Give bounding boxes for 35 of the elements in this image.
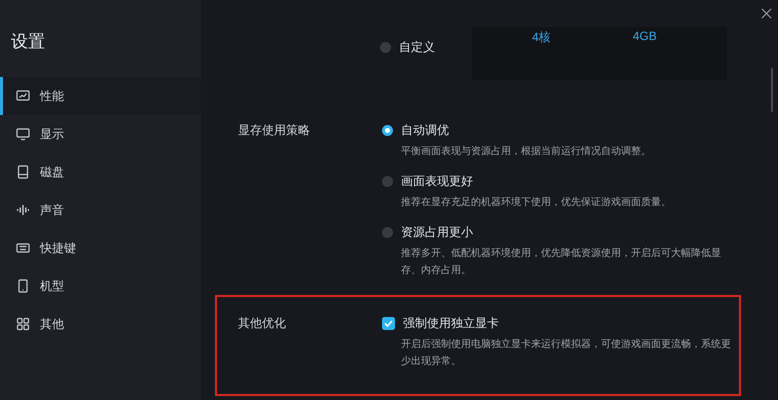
option-description: 平衡画面表现与资源占用，根据当前运行情况自动调整。 <box>401 144 652 159</box>
tablet-icon <box>16 165 30 179</box>
radio-button[interactable] <box>382 125 393 136</box>
phone-icon <box>16 279 30 293</box>
spec-value: 4核 <box>532 29 551 45</box>
radio-button[interactable] <box>380 42 391 53</box>
monitor-icon <box>16 127 30 141</box>
chart-icon <box>16 89 30 103</box>
option-label: 自动调优 <box>401 122 449 139</box>
option-label: 自定义 <box>399 39 435 56</box>
nav-item[interactable]: 声音 <box>0 191 201 229</box>
nav-item[interactable]: 机型 <box>0 267 201 305</box>
grid-icon <box>16 317 30 331</box>
nav-item[interactable]: 快捷键 <box>0 229 201 267</box>
spec-value: 4GB <box>632 29 657 45</box>
nav-item[interactable]: 显示 <box>0 115 201 153</box>
option-description: 开启后强制使用电脑独立显卡来运行模拟器，可使游戏画面更流畅，系统更少出现异常。 <box>401 338 732 369</box>
option-description: 推荐多开、低配机器环境使用，优先降低资源使用，开启后可大幅降低显存、内存占用。 <box>401 246 722 278</box>
option-label: 资源占用更小 <box>401 224 473 241</box>
radio-button[interactable] <box>382 227 393 238</box>
option-label: 画面表现更好 <box>401 173 473 190</box>
keyboard-icon <box>16 241 30 255</box>
section-label: 其他优化 <box>238 315 287 332</box>
section-label: 显存使用策略 <box>238 122 311 139</box>
close-icon[interactable] <box>761 8 772 19</box>
option-label: 强制使用独立显卡 <box>403 315 499 332</box>
nav-item[interactable]: 其他 <box>0 305 201 343</box>
sound-icon <box>16 203 30 217</box>
nav-item[interactable]: 性能 <box>0 77 201 115</box>
radio-button[interactable] <box>382 176 393 187</box>
settings-title: 设置 <box>10 31 45 47</box>
checkbox[interactable] <box>382 317 395 330</box>
scrollbar[interactable] <box>771 68 773 112</box>
option-description: 推荐在显存充足的机器环境下使用，优先保证游戏画面质量。 <box>401 196 672 210</box>
nav-item[interactable]: 磁盘 <box>0 153 201 191</box>
